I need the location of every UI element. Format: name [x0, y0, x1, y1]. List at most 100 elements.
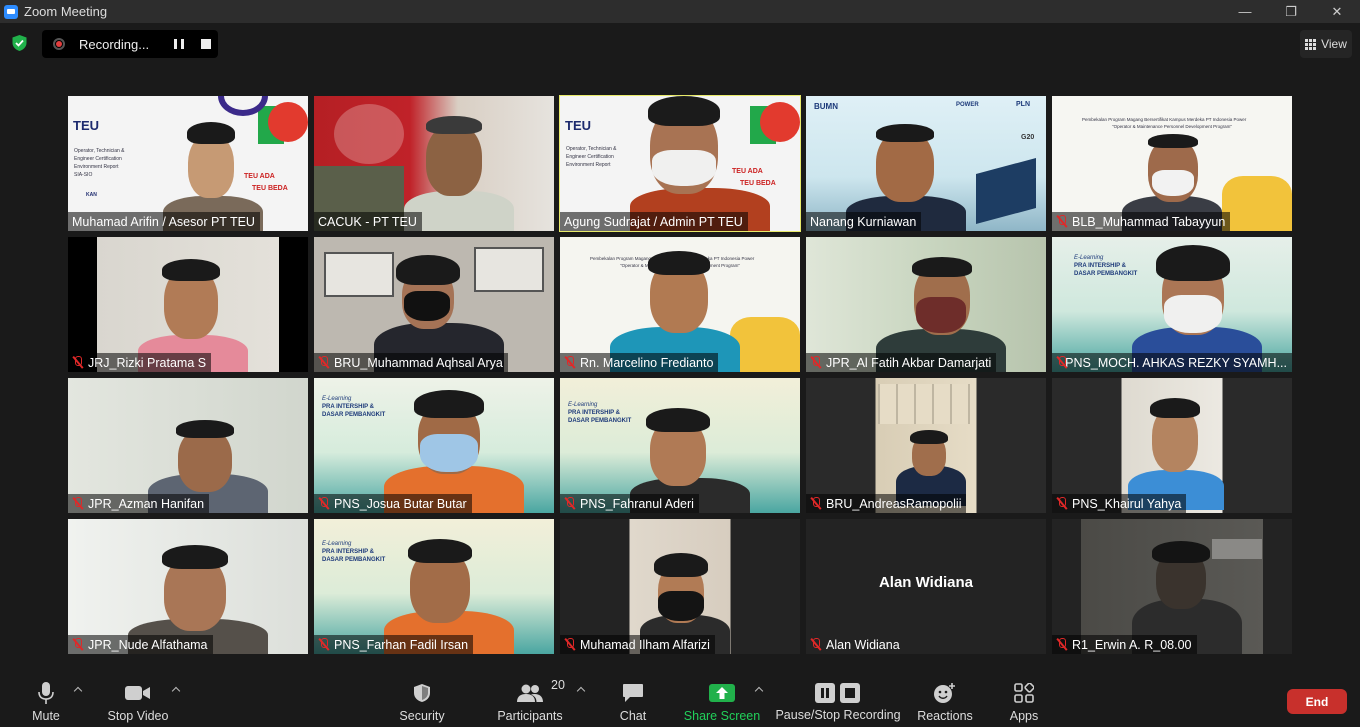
- slide-line: SIA-SIO: [74, 172, 93, 178]
- participant-tile[interactable]: Pembekalan Program Magang Bersertifikat …: [560, 237, 800, 372]
- video-options-chevron-icon[interactable]: [172, 685, 180, 693]
- air-conditioner-shape: [1212, 539, 1262, 559]
- participant-name-tag: PNS_Farhan Fadil Irsan: [314, 635, 474, 654]
- slide-tagline: TEU BEDA: [740, 180, 776, 187]
- share-screen-button[interactable]: Share Screen: [684, 668, 760, 727]
- person-hair: [654, 553, 708, 577]
- participant-tile[interactable]: E-Learning PRA INTERSHIP & DASAR PEMBANG…: [314, 519, 554, 654]
- slide-line: Operator, Technician &: [566, 146, 617, 152]
- participant-tile[interactable]: JPR_Azman Hanifan: [68, 378, 308, 513]
- participant-tile[interactable]: E-Learning PRA INTERSHIP & DASAR PEMBANG…: [1052, 237, 1292, 372]
- encryption-shield-icon[interactable]: [11, 34, 28, 52]
- audio-options-chevron-icon[interactable]: [74, 685, 82, 693]
- view-button[interactable]: View: [1300, 30, 1352, 58]
- person-hair: [648, 251, 710, 275]
- wall-frame: [474, 247, 544, 292]
- mascot-shape: [730, 317, 800, 372]
- participant-tile[interactable]: JPR_Nude Alfathama: [68, 519, 308, 654]
- person-hair: [1148, 134, 1198, 148]
- grid-view-icon: [1305, 38, 1317, 50]
- share-screen-label: Share Screen: [683, 709, 761, 723]
- participant-tile[interactable]: JRJ_Rizki Pratama S: [68, 237, 308, 372]
- participant-tile[interactable]: E-Learning PRA INTERSHIP & DASAR PEMBANG…: [560, 378, 800, 513]
- program-subtitle: "Operator & Maintenance Personnel Develo…: [1112, 124, 1233, 129]
- participant-tile-video-off[interactable]: Alan Widiana Alan Widiana: [806, 519, 1046, 654]
- elearning-label: E-Learning: [568, 402, 598, 408]
- mute-button[interactable]: Mute: [22, 668, 70, 727]
- slide-line: Engineer Certification: [566, 154, 614, 160]
- kan-logo: KAN: [86, 192, 97, 198]
- mic-muted-icon: [564, 497, 575, 510]
- participant-name: JPR_Al Fatih Akbar Damarjati: [826, 355, 992, 370]
- apps-label: Apps: [1009, 709, 1039, 723]
- participant-name-tag: PNS_Josua Butar Butar: [314, 494, 472, 513]
- participant-name-tag: Agung Sudrajat / Admin PT TEU: [560, 212, 748, 231]
- participant-tile[interactable]: E-Learning PRA INTERSHIP & DASAR PEMBANG…: [314, 378, 554, 513]
- participant-tile[interactable]: TEU Operator, Technician & Engineer Cert…: [68, 96, 308, 231]
- slide-tagline: TEU BEDA: [252, 185, 288, 192]
- participant-tile[interactable]: Pembekalan Program Magang Bersertifikat …: [1052, 96, 1292, 231]
- mic-muted-icon: [72, 497, 83, 510]
- mic-muted-icon: [1056, 497, 1067, 510]
- share-options-chevron-icon[interactable]: [755, 685, 763, 693]
- end-meeting-button[interactable]: End: [1287, 689, 1347, 714]
- participant-name: BRU_Muhammad Aqhsal Arya: [334, 355, 503, 370]
- participant-name: Rn. Marcelino Fredianto: [580, 355, 714, 370]
- participant-tile[interactable]: BRU_AndreasRamopolii: [806, 378, 1046, 513]
- bumn-logo: BUMN: [814, 102, 838, 111]
- security-button[interactable]: Security: [396, 668, 448, 727]
- zoom-app-icon: [4, 4, 18, 19]
- participant-name-tag: Muhamad Ilham Alfarizi: [560, 635, 715, 654]
- participant-name-tag: JPR_Al Fatih Akbar Damarjati: [806, 353, 997, 372]
- participant-name: CACUK - PT TEU: [318, 214, 417, 229]
- pause-recording-icon[interactable]: [174, 39, 184, 49]
- participant-tile[interactable]: BRU_Muhammad Aqhsal Arya: [314, 237, 554, 372]
- participant-name: Alan Widiana: [826, 637, 900, 652]
- person-hair: [176, 420, 234, 438]
- maximize-icon[interactable]: ❐: [1268, 0, 1314, 23]
- participant-tile[interactable]: CACUK - PT TEU: [314, 96, 554, 231]
- share-screen-icon: [709, 681, 735, 705]
- chat-button[interactable]: Chat: [612, 668, 654, 727]
- pln-logo: PLN: [1016, 101, 1030, 108]
- window-blinds: [878, 384, 974, 424]
- person-hair: [912, 257, 972, 277]
- face-mask: [1152, 170, 1194, 196]
- participant-name: PNS_MOCH. AHKAS REZKY SYAMH...: [1065, 355, 1287, 370]
- close-icon[interactable]: ✕: [1314, 0, 1360, 23]
- participant-tile[interactable]: R1_Erwin A. R_08.00: [1052, 519, 1292, 654]
- participants-label: Participants: [497, 709, 563, 723]
- participants-button[interactable]: 20 Participants: [494, 668, 566, 727]
- reactions-button[interactable]: Reactions: [914, 668, 976, 727]
- face-mask: [916, 297, 966, 333]
- wall-frame: [324, 252, 394, 297]
- slide-line: Engineer Certification: [74, 156, 122, 162]
- minimize-icon[interactable]: —: [1222, 0, 1268, 23]
- participant-tile[interactable]: PNS_Khairul Yahya: [1052, 378, 1292, 513]
- mic-muted-icon: [564, 638, 575, 651]
- mic-muted-icon: [810, 497, 821, 510]
- participant-tile[interactable]: JPR_Al Fatih Akbar Damarjati: [806, 237, 1046, 372]
- program-title: Pembekalan Program Magang Bersertifikat …: [1082, 117, 1247, 122]
- mic-muted-icon: [1056, 638, 1067, 651]
- participant-name: Muhamad Ilham Alfarizi: [580, 637, 710, 652]
- participant-tile-active-speaker[interactable]: TEU Operator, Technician & Engineer Cert…: [559, 95, 801, 232]
- slide-shape: [268, 102, 308, 142]
- participant-name: PNS_Fahranul Aderi: [580, 496, 694, 511]
- apps-button[interactable]: Apps: [1004, 668, 1044, 727]
- dasar-label: DASAR PEMBANGKIT: [322, 557, 386, 563]
- stop-video-button[interactable]: Stop Video: [104, 668, 172, 727]
- person-hair: [162, 545, 228, 569]
- dasar-label: DASAR PEMBANGKIT: [568, 418, 632, 424]
- participant-tile[interactable]: Muhamad Ilham Alfarizi: [560, 519, 800, 654]
- participant-name-tag: Muhamad Arifin / Asesor PT TEU: [68, 212, 260, 231]
- participant-tile[interactable]: BUMN POWER PLN G20 Nanang Kurniawan: [806, 96, 1046, 231]
- participant-name: JPR_Nude Alfathama: [88, 637, 208, 652]
- pause-stop-recording-button[interactable]: Pause/Stop Recording: [775, 668, 901, 727]
- person-hair: [396, 255, 460, 285]
- person-hair: [876, 124, 934, 142]
- person-hair: [414, 390, 484, 418]
- participant-name-tag: R1_Erwin A. R_08.00: [1052, 635, 1197, 654]
- stop-recording-icon[interactable]: [201, 39, 211, 49]
- participants-options-chevron-icon[interactable]: [577, 685, 585, 693]
